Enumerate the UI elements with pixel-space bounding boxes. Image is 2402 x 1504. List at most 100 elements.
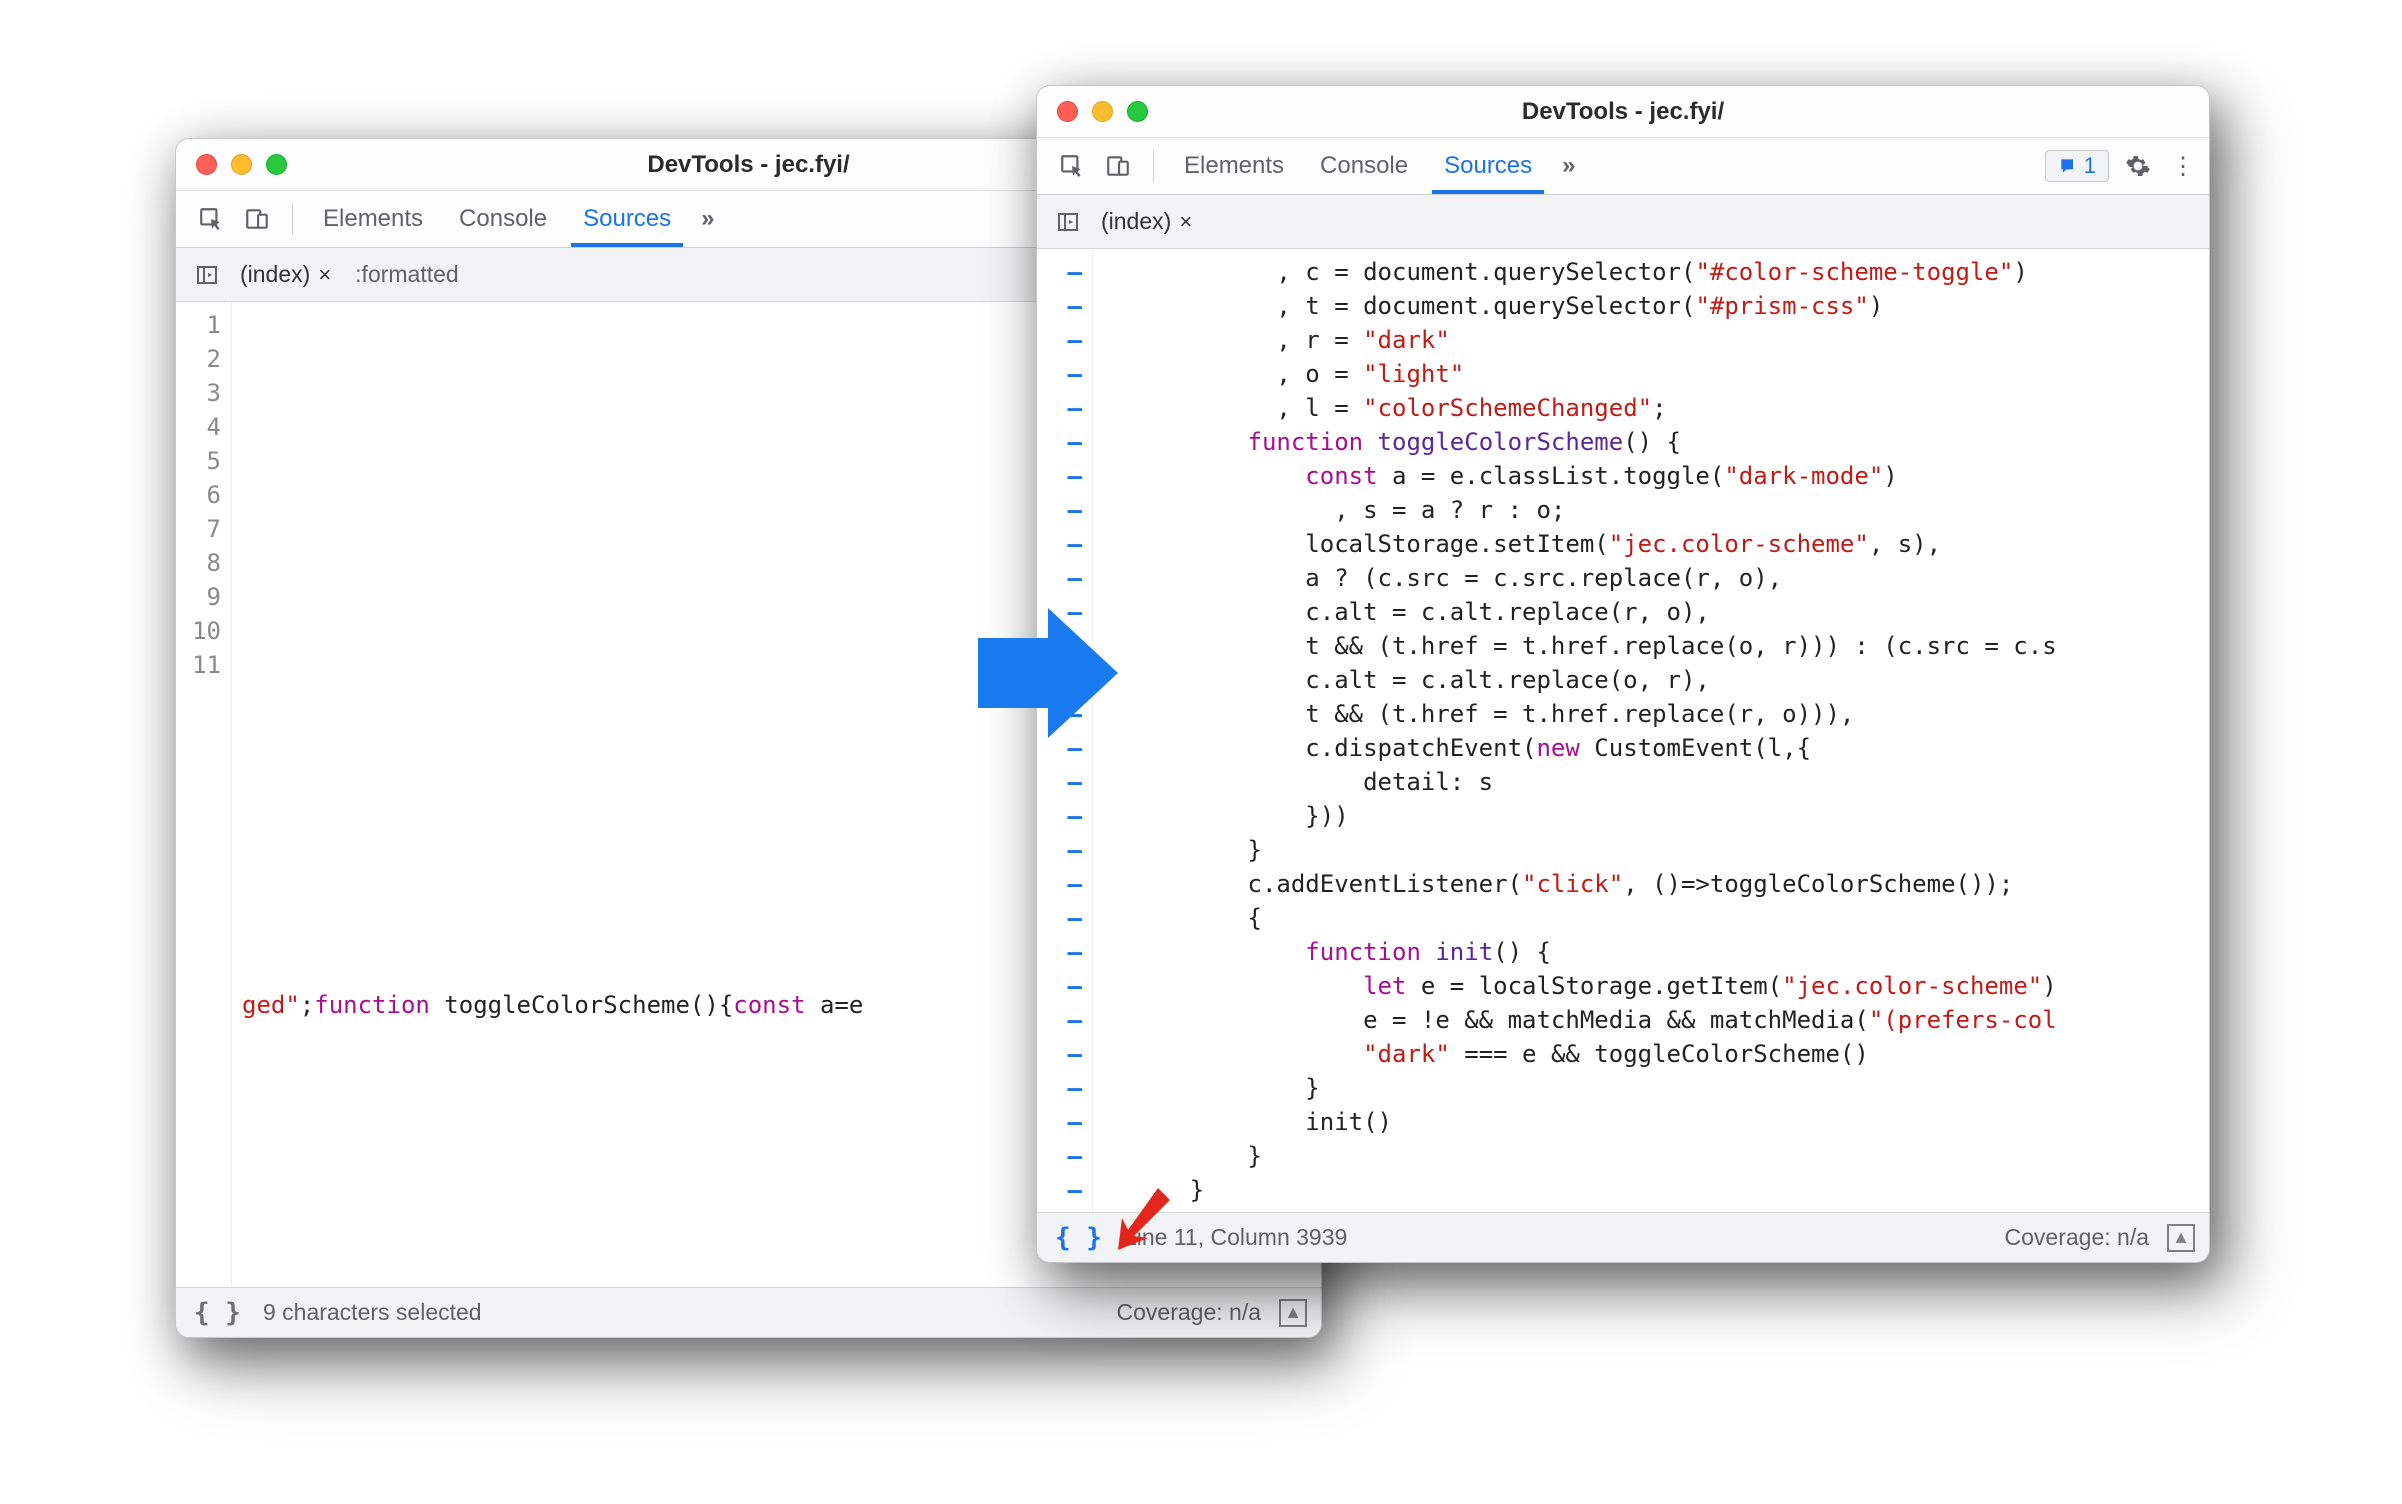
fold-dash: – (1037, 1003, 1082, 1037)
annotation-arrow-red (1100, 1182, 1170, 1252)
zoom-window-button[interactable] (266, 154, 287, 175)
show-drawer-button[interactable]: ▲ (1279, 1299, 1307, 1327)
fold-dash: – (1037, 1105, 1082, 1139)
more-tabs-button[interactable]: » (1556, 152, 1579, 180)
line-number: 7 (176, 512, 221, 546)
pretty-print-button[interactable]: { } (190, 1298, 245, 1328)
line-number: 1 (176, 308, 221, 342)
code-line[interactable]: a ? (c.src = c.src.replace(r, o), (1103, 561, 2209, 595)
line-number: 4 (176, 410, 221, 444)
code-line[interactable]: })) (1103, 799, 2209, 833)
inspect-element-icon[interactable] (1055, 149, 1089, 183)
fold-dash: – (1037, 935, 1082, 969)
code-line[interactable]: localStorage.setItem("jec.color-scheme",… (1103, 527, 2209, 561)
tab-elements[interactable]: Elements (311, 191, 435, 247)
code-line[interactable]: e = !e && matchMedia && matchMedia("(pre… (1103, 1003, 2209, 1037)
coverage-status: Coverage: n/a (1117, 1299, 1261, 1326)
file-tab-index[interactable]: (index) × (234, 261, 337, 288)
close-file-tab-icon[interactable]: × (1179, 209, 1192, 235)
fold-dash: – (1037, 901, 1082, 935)
tab-elements[interactable]: Elements (1172, 138, 1296, 194)
minimize-window-button[interactable] (231, 154, 252, 175)
code-line[interactable]: , r = "dark" (1103, 323, 2209, 357)
line-number: 5 (176, 444, 221, 478)
more-tabs-button[interactable]: » (695, 205, 718, 233)
fold-dash: – (1037, 289, 1082, 323)
code-area[interactable]: , c = document.querySelector("#color-sch… (1093, 249, 2209, 1212)
fold-dash: – (1037, 969, 1082, 1003)
code-line[interactable]: } (1103, 833, 2209, 867)
fold-dash: – (1037, 1037, 1082, 1071)
code-line[interactable]: } (1103, 1139, 2209, 1173)
pretty-print-button[interactable]: { } (1051, 1223, 1106, 1253)
issues-badge[interactable]: 1 (2045, 150, 2109, 182)
code-line[interactable]: const a = e.classList.toggle("dark-mode"… (1103, 459, 2209, 493)
fold-dash: – (1037, 765, 1082, 799)
code-line[interactable]: , s = a ? r : o; (1103, 493, 2209, 527)
code-line[interactable]: , o = "light" (1103, 357, 2209, 391)
code-line[interactable]: "dark" === e && toggleColorScheme() (1103, 1037, 2209, 1071)
code-line[interactable]: { (1103, 901, 2209, 935)
main-toolbar: Elements Console Sources » 1 ⋮ (1037, 138, 2209, 195)
separator (292, 203, 293, 235)
code-line[interactable]: t && (t.href = t.href.replace(o, r))) : … (1103, 629, 2209, 663)
separator (1153, 150, 1154, 182)
fold-dash: – (1037, 1139, 1082, 1173)
code-line[interactable]: let e = localStorage.getItem("jec.color-… (1103, 969, 2209, 1003)
window-traffic-lights (1037, 101, 1148, 122)
tab-sources[interactable]: Sources (1432, 138, 1544, 194)
titlebar: DevTools - jec.fyi/ (1037, 86, 2209, 138)
device-toolbar-icon[interactable] (240, 202, 274, 236)
code-editor[interactable]: –––––––––––––––––––––––––––– , c = docum… (1037, 249, 2209, 1212)
status-bar: { } Line 11, Column 3939 Coverage: n/a ▲ (1037, 1212, 2209, 1262)
code-line[interactable]: function toggleColorScheme() { (1103, 425, 2209, 459)
fold-dash: – (1037, 1173, 1082, 1207)
code-line[interactable]: function init() { (1103, 935, 2209, 969)
close-window-button[interactable] (196, 154, 217, 175)
fold-dash: – (1037, 391, 1082, 425)
fold-dash: – (1037, 561, 1082, 595)
line-number: 3 (176, 376, 221, 410)
code-line[interactable]: c.alt = c.alt.replace(o, r), (1103, 663, 2209, 697)
device-toolbar-icon[interactable] (1101, 149, 1135, 183)
code-line[interactable]: , t = document.querySelector("#prism-css… (1103, 289, 2209, 323)
code-line[interactable]: c.dispatchEvent(new CustomEvent(l,{ (1103, 731, 2209, 765)
code-line[interactable]: detail: s (1103, 765, 2209, 799)
window-title: DevTools - jec.fyi/ (1037, 98, 2209, 126)
fold-dash: – (1037, 833, 1082, 867)
devtools-window-right: DevTools - jec.fyi/ Elements Console Sou… (1036, 85, 2210, 1263)
line-number: 6 (176, 478, 221, 512)
code-line[interactable]: c.addEventListener("click", ()=>toggleCo… (1103, 867, 2209, 901)
file-tab-index[interactable]: (index) × (1095, 208, 1198, 235)
window-traffic-lights (176, 154, 287, 175)
fold-dash: – (1037, 357, 1082, 391)
code-line[interactable]: } (1103, 1071, 2209, 1105)
line-number-gutter: 1234567891011 (176, 302, 232, 1287)
settings-gear-icon[interactable] (2121, 149, 2155, 183)
code-line[interactable]: init() (1103, 1105, 2209, 1139)
code-line[interactable]: t && (t.href = t.href.replace(r, o))), (1103, 697, 2209, 731)
show-drawer-button[interactable]: ▲ (2167, 1224, 2195, 1252)
kebab-menu-icon[interactable]: ⋮ (2167, 149, 2201, 183)
show-navigator-icon[interactable] (190, 258, 224, 292)
issues-icon (2058, 156, 2078, 176)
fold-dash: – (1037, 799, 1082, 833)
tab-sources[interactable]: Sources (571, 191, 683, 247)
inspect-element-icon[interactable] (194, 202, 228, 236)
show-navigator-icon[interactable] (1051, 205, 1085, 239)
line-number: 11 (176, 648, 221, 682)
close-window-button[interactable] (1057, 101, 1078, 122)
minimize-window-button[interactable] (1092, 101, 1113, 122)
tab-console[interactable]: Console (447, 191, 559, 247)
line-number: 2 (176, 342, 221, 376)
coverage-status: Coverage: n/a (2005, 1224, 2149, 1251)
code-line[interactable]: c.alt = c.alt.replace(r, o), (1103, 595, 2209, 629)
code-line[interactable]: , l = "colorSchemeChanged"; (1103, 391, 2209, 425)
code-line[interactable]: } (1103, 1173, 2209, 1207)
tab-console[interactable]: Console (1308, 138, 1420, 194)
code-line[interactable]: , c = document.querySelector("#color-sch… (1103, 255, 2209, 289)
line-number: 9 (176, 580, 221, 614)
close-file-tab-icon[interactable]: × (318, 262, 331, 288)
zoom-window-button[interactable] (1127, 101, 1148, 122)
fold-dash: – (1037, 493, 1082, 527)
